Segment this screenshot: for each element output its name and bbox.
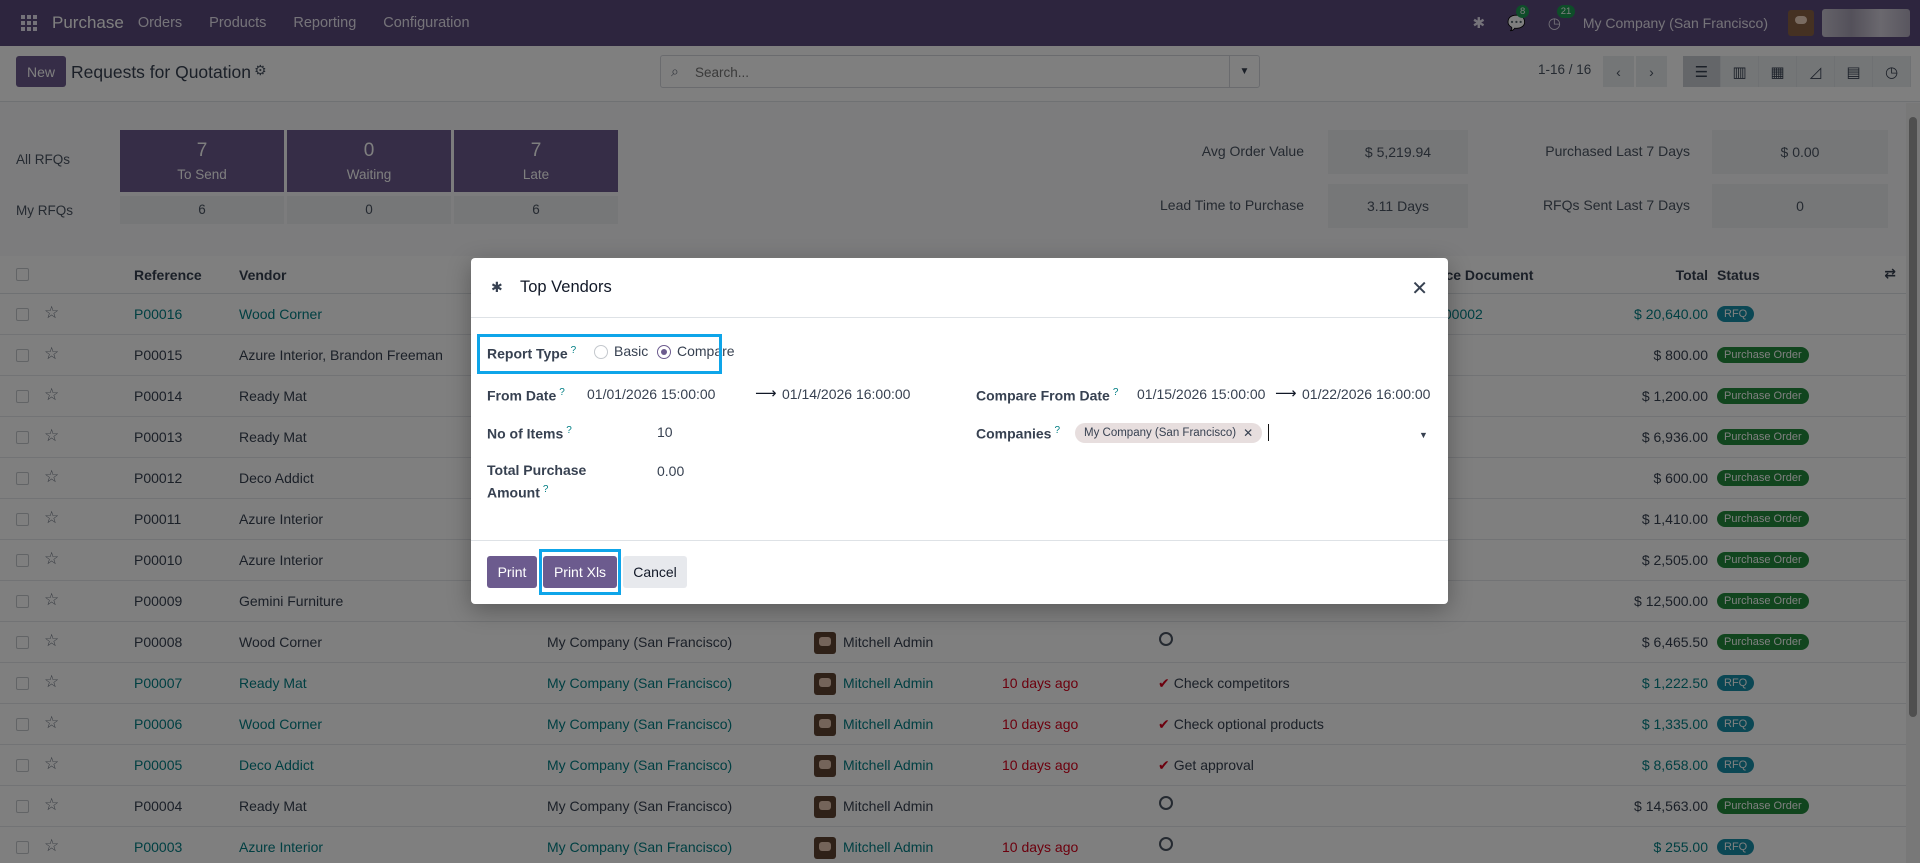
compare-from-date-label: Compare From Date? — [976, 387, 1119, 404]
compare-end-field[interactable]: 01/22/2026 16:00:00 — [1302, 386, 1430, 402]
total-purchase-amount-label: Total Purchase Amount? — [487, 462, 587, 501]
bug-icon: ✱ — [491, 279, 503, 295]
report-type-label: Report Type? — [487, 345, 577, 362]
from-date-start-field[interactable]: 01/01/2026 15:00:00 — [587, 386, 737, 402]
compare-start-field[interactable]: 01/15/2026 15:00:00 — [1137, 386, 1267, 402]
companies-dropdown-icon[interactable]: ▼ — [1419, 430, 1428, 440]
no-of-items-field[interactable]: 10 — [657, 424, 673, 440]
cancel-button[interactable]: Cancel — [623, 556, 687, 588]
close-icon[interactable]: ✕ — [1411, 276, 1428, 301]
radio-compare[interactable] — [657, 345, 671, 359]
dialog-footer: Print Print Xls Cancel — [471, 540, 1448, 604]
remove-tag-icon[interactable]: ✕ — [1243, 426, 1253, 440]
companies-input-cursor[interactable] — [1268, 424, 1269, 441]
radio-basic[interactable] — [594, 345, 608, 359]
date-range-arrow-icon: ⟶ — [755, 385, 777, 402]
company-tag: My Company (San Francisco) ✕ — [1075, 423, 1263, 443]
total-purchase-amount-field[interactable]: 0.00 — [657, 463, 684, 479]
companies-label: Companies? — [976, 425, 1061, 442]
print-xls-button[interactable]: Print Xls — [543, 556, 617, 588]
compare-range-arrow-icon: ⟶ — [1275, 385, 1297, 402]
from-date-end-field[interactable]: 01/14/2026 16:00:00 — [782, 386, 932, 402]
no-of-items-label: No of Items? — [487, 425, 572, 442]
dialog-header: ✱ Top Vendors ✕ — [471, 258, 1448, 318]
top-vendors-dialog: ✱ Top Vendors ✕ Report Type? Basic Compa… — [471, 258, 1448, 604]
dialog-title: Top Vendors — [520, 278, 612, 296]
from-date-label: From Date? — [487, 387, 565, 404]
option-basic-label[interactable]: Basic — [614, 343, 648, 359]
print-button[interactable]: Print — [487, 556, 537, 588]
option-compare-label[interactable]: Compare — [677, 343, 735, 359]
